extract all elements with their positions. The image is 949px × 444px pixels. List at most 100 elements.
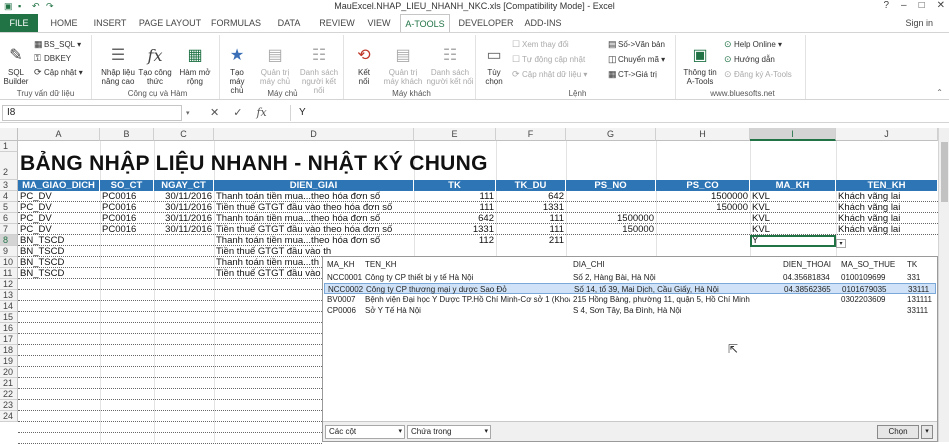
lookup-row[interactable]: CP0006 Sở Y Tế Hà Nội S 4, Sơn Tây, Ba Đìn…	[324, 305, 936, 316]
row-header-8[interactable]: 8	[0, 235, 18, 246]
chuyen-ma-button[interactable]: ◫Chuyển mã ▾	[608, 54, 665, 65]
row-header-16[interactable]: 16	[0, 323, 18, 334]
help-icon[interactable]: ?	[883, 0, 889, 11]
column-filter-select[interactable]: Các cột ▾	[325, 425, 405, 439]
tab-view[interactable]: VIEW	[364, 14, 394, 32]
ct-gia-tri-button[interactable]: ▦CT->Giá trị	[608, 69, 657, 80]
row-header-1[interactable]: 1	[0, 141, 18, 152]
lookup-row[interactable]: NCC0002 Công ty CP thương mại y dược Sao …	[324, 283, 936, 294]
row-header-12[interactable]: 12	[0, 279, 18, 290]
maximize-icon[interactable]: □	[919, 0, 925, 11]
choose-button[interactable]: Chọn	[877, 425, 919, 439]
match-mode-select[interactable]: Chứa trong ▾	[407, 425, 491, 439]
header-cell-dien-giai[interactable]: DIEN_GIAI	[214, 180, 414, 191]
ds-nguoi-ket-noi-button[interactable]: ☷ Danh sách người kết nối	[296, 37, 342, 95]
lookup-row[interactable]: BV0007 Bệnh viện Đại học Y Dược TP.Hồ Chí…	[324, 294, 936, 305]
row-header-20[interactable]: 20	[0, 367, 18, 378]
close-icon[interactable]: ✕	[937, 0, 945, 11]
thong-tin-a-tools-button[interactable]: ▣ Thông tin A-Tools	[680, 37, 720, 86]
cell-ten-kh[interactable]	[836, 235, 938, 246]
scroll-thumb[interactable]	[941, 142, 948, 202]
col-head-dien-thoai[interactable]: DIEN_THOAI	[783, 260, 831, 269]
row-header-11[interactable]: 11	[0, 268, 18, 279]
quan-tri-may-chu-button[interactable]: ▤ Quản trị máy chủ	[256, 37, 294, 86]
col-head-ma-so-thue[interactable]: MA_SO_THUE	[841, 260, 895, 269]
header-cell-tk[interactable]: TK	[414, 180, 496, 191]
column-header-i[interactable]: I	[750, 128, 836, 141]
tab-insert[interactable]: INSERT	[88, 14, 132, 32]
cell-dropdown-arrow-icon[interactable]: ▾	[836, 239, 846, 248]
name-box[interactable]: I8	[2, 105, 182, 121]
lookup-row[interactable]: NCC0001 Công ty CP thiết bị y tế Hà Nội Số…	[324, 272, 936, 283]
collapse-ribbon-icon[interactable]: ⌃	[936, 88, 943, 97]
active-cell-outline[interactable]	[750, 235, 836, 247]
insert-function-icon[interactable]: fx	[256, 105, 266, 121]
ham-mo-rong-button[interactable]: ▦ Hàm mở rộng	[176, 37, 214, 86]
tao-cong-thuc-button[interactable]: fx Tạo công thức	[138, 37, 172, 86]
header-cell-tk-du[interactable]: TK_DU	[496, 180, 566, 191]
xem-thay-doi-checkbox[interactable]: ☐ Xem thay đổi	[512, 39, 569, 50]
col-head-tk[interactable]: TK	[907, 260, 917, 269]
dang-ky-button[interactable]: ⊙ Đăng ký A-Tools	[724, 69, 792, 80]
header-cell-ten-kh[interactable]: TEN_KH	[836, 180, 938, 191]
vertical-scrollbar[interactable]	[938, 128, 949, 442]
row-header-22[interactable]: 22	[0, 389, 18, 400]
cap-nhat-button[interactable]: ⟳ Cập nhật ▾	[34, 67, 83, 78]
tab-data[interactable]: DATA	[270, 14, 308, 32]
header-cell-ngay-ct[interactable]: NGAY_CT	[154, 180, 214, 191]
row-header-19[interactable]: 19	[0, 356, 18, 367]
column-header-d[interactable]: D	[214, 128, 414, 141]
row-header-2[interactable]: 2	[0, 152, 18, 180]
choose-dropdown-icon[interactable]: ▾	[921, 425, 933, 439]
formula-input[interactable]: Y	[290, 105, 933, 121]
tab-page-layout[interactable]: PAGE LAYOUT	[138, 14, 202, 32]
tab-review[interactable]: REVIEW	[314, 14, 360, 32]
row-header-3[interactable]: 3	[0, 180, 18, 191]
col-head-ma-kh[interactable]: MA_KH	[327, 260, 355, 269]
nhap-lieu-button[interactable]: ☰ Nhập liệu nâng cao	[100, 37, 136, 86]
col-head-dia-chi[interactable]: DIA_CHI	[573, 260, 605, 269]
minimize-icon[interactable]: –	[901, 0, 907, 11]
column-header-f[interactable]: F	[496, 128, 566, 141]
row-header-21[interactable]: 21	[0, 378, 18, 389]
tab-home[interactable]: HOME	[44, 14, 84, 32]
sql-builder-button[interactable]: ✎ SQL Builder	[2, 37, 30, 86]
so-van-ban-button[interactable]: ▤Số->Văn bản	[608, 39, 665, 50]
column-header-h[interactable]: H	[656, 128, 750, 141]
cancel-icon[interactable]: ✕	[210, 105, 219, 121]
header-cell-ps-no[interactable]: PS_NO	[566, 180, 656, 191]
column-header-a[interactable]: A	[18, 128, 100, 141]
column-header-g[interactable]: G	[566, 128, 656, 141]
tuy-chon-button[interactable]: ▭ Tùy chọn	[480, 37, 508, 86]
cell-tk-du[interactable]: 211	[496, 235, 566, 246]
bs-sql-button[interactable]: ▦BS_SQL ▾	[34, 39, 81, 50]
row-header-15[interactable]: 15	[0, 312, 18, 323]
enter-icon[interactable]: ✓	[233, 105, 242, 121]
row-header-13[interactable]: 13	[0, 290, 18, 301]
row-header-9[interactable]: 9	[0, 246, 18, 257]
col-head-ten-kh[interactable]: TEN_KH	[365, 260, 397, 269]
tab-formulas[interactable]: FORMULAS	[208, 14, 264, 32]
huong-dan-button[interactable]: ⊙ Hướng dẫn	[724, 54, 775, 65]
column-header-j[interactable]: J	[836, 128, 938, 141]
header-cell-ps-co[interactable]: PS_CO	[656, 180, 750, 191]
column-header-e[interactable]: E	[414, 128, 496, 141]
column-header-b[interactable]: B	[100, 128, 154, 141]
namebox-dropdown-icon[interactable]: ▾	[186, 109, 190, 117]
dbkey-button[interactable]: ⚿ DBKEY	[34, 53, 71, 64]
row-header-17[interactable]: 17	[0, 334, 18, 345]
row-header-5[interactable]: 5	[0, 202, 18, 213]
row-header-4[interactable]: 4	[0, 191, 18, 202]
row-header-18[interactable]: 18	[0, 345, 18, 356]
tab-a-tools[interactable]: A-TOOLS	[400, 14, 450, 33]
tab-file[interactable]: FILE	[0, 14, 38, 32]
ds-nguoi-ket-noi-2-button[interactable]: ☷ Danh sách người kết nối	[426, 37, 474, 86]
column-header-c[interactable]: C	[154, 128, 214, 141]
tab-add-ins[interactable]: ADD-INS	[520, 14, 566, 32]
sign-in-link[interactable]: Sign in	[905, 14, 933, 32]
row-header-7[interactable]: 7	[0, 224, 18, 235]
cell-ps-co[interactable]	[656, 235, 750, 246]
quan-tri-may-khach-button[interactable]: ▤ Quản trị máy khách	[382, 37, 424, 86]
cell-ps-no[interactable]	[566, 235, 656, 246]
tu-dong-cap-nhat-checkbox[interactable]: ☐ Tự động cập nhật	[512, 54, 585, 65]
